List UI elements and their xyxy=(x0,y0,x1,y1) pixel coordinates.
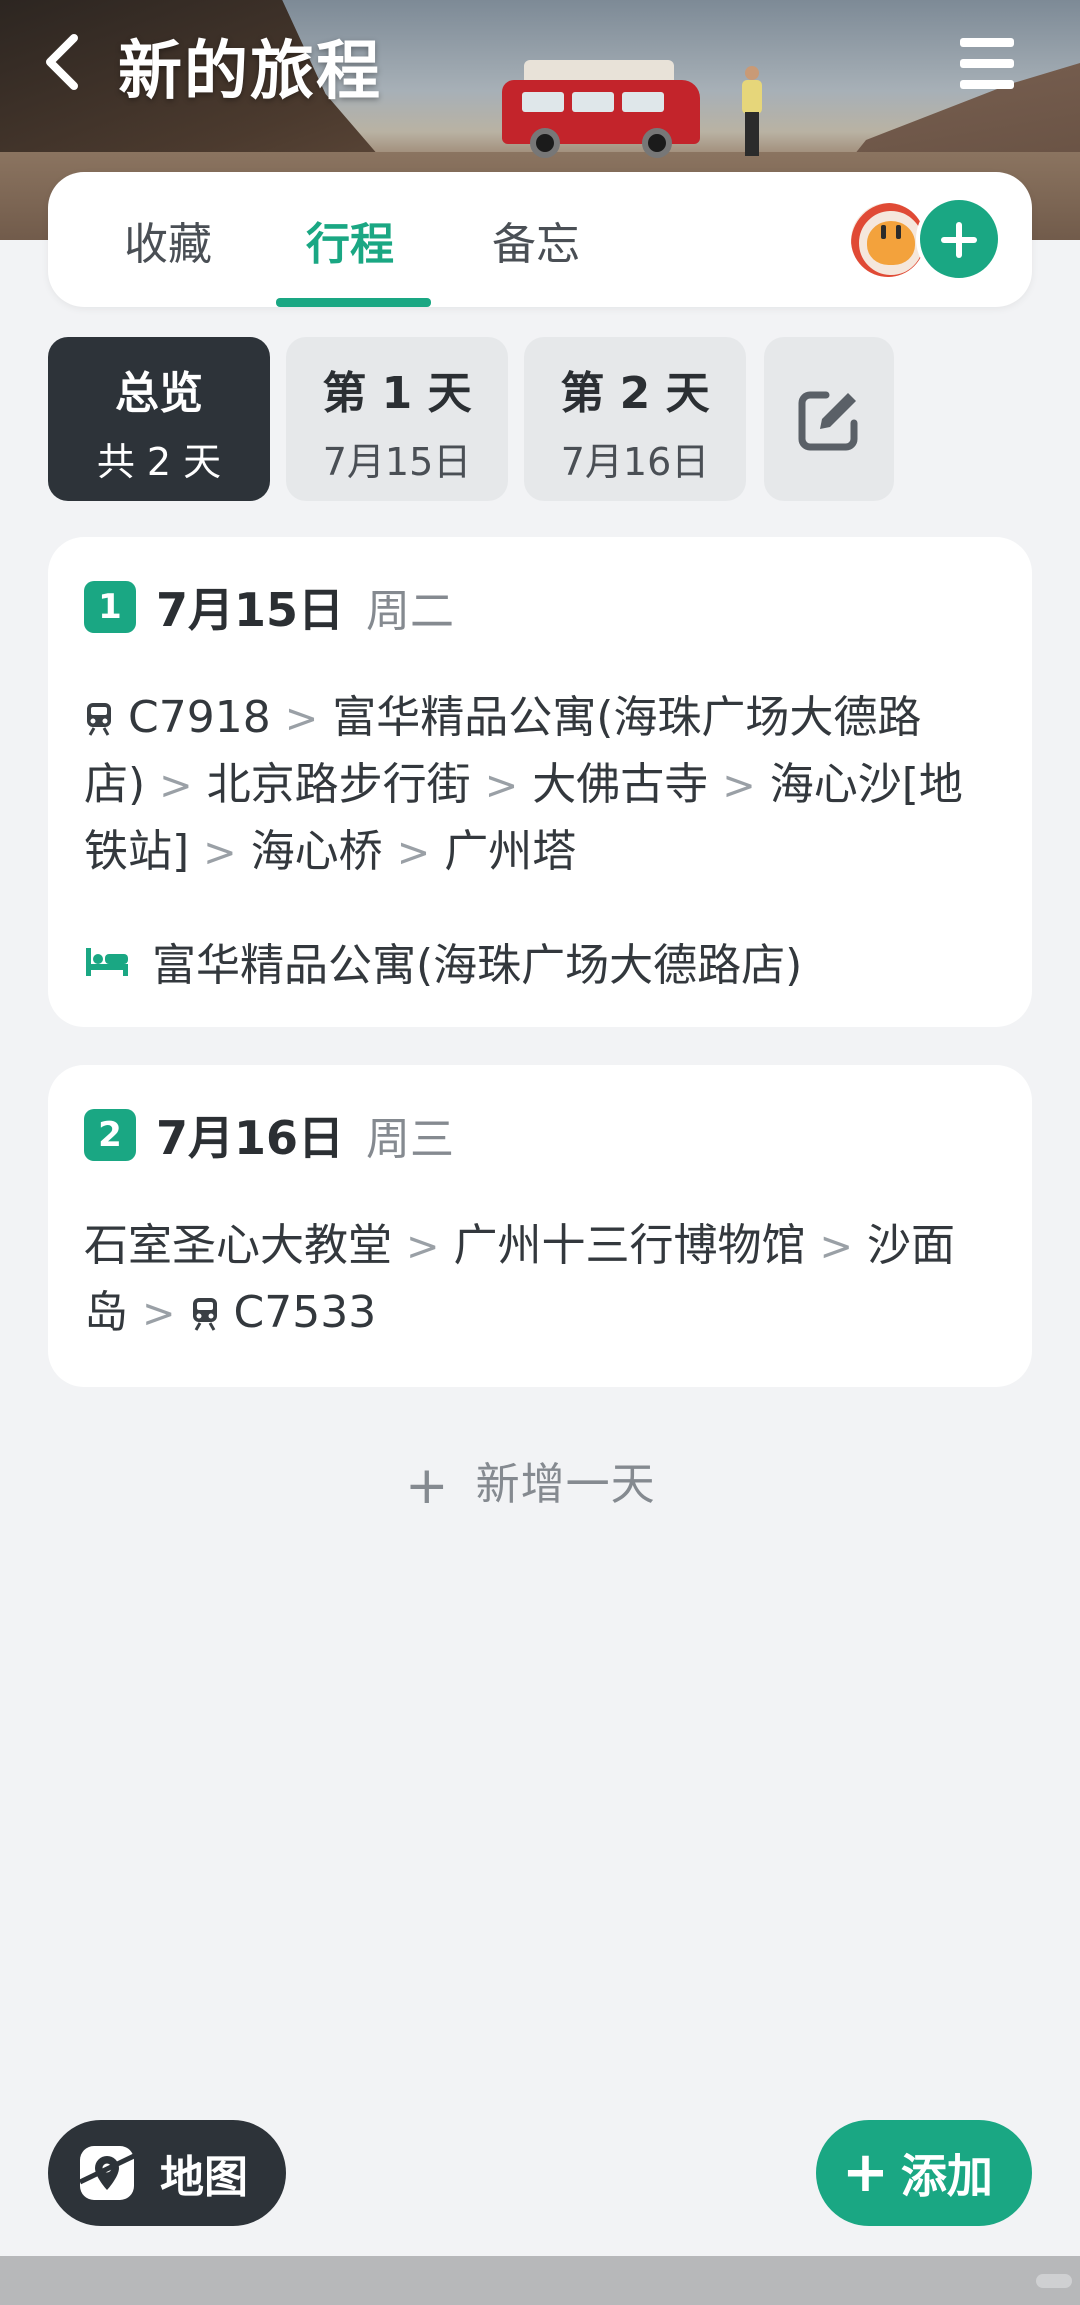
tab-bar: 收藏 行程 备忘 xyxy=(48,172,1032,307)
hotel-name: 富华精品公寓(海珠广场大德路店) xyxy=(152,940,803,991)
bed-icon xyxy=(86,948,128,976)
top-bar: 新的旅程 xyxy=(0,0,1080,130)
day-tab-subtitle: 共 2 天 xyxy=(96,440,222,484)
day-card-1[interactable]: 1 7月15日 周二 C7918 > 富华精品公寓(海珠广场大德路店) > 北京路步行街… xyxy=(48,537,1032,1027)
day-badge: 1 xyxy=(84,581,136,633)
chevron-right-icon: > xyxy=(159,763,193,809)
route-list: 石室圣心大教堂 > 广州十三行博物馆 > 沙面岛 > C7533 xyxy=(84,1213,996,1347)
system-navigation-bar xyxy=(0,2256,1080,2305)
train-icon xyxy=(192,1298,217,1331)
train-icon xyxy=(87,703,111,736)
add-day-button[interactable]: + 新增一天 xyxy=(405,1448,656,1516)
back-button[interactable] xyxy=(40,30,84,94)
add-member-button[interactable] xyxy=(916,196,1002,282)
day-weekday: 周三 xyxy=(366,1114,455,1165)
tab-favorites[interactable]: 收藏 xyxy=(124,208,212,272)
tab-memo[interactable]: 备忘 xyxy=(492,208,580,272)
day-tab-title: 第 2 天 xyxy=(560,368,710,419)
day-date: 7月16日 xyxy=(156,1111,345,1165)
day-tab-subtitle: 7月15日 xyxy=(322,440,472,484)
route-stop[interactable]: 广州十三行博物馆 xyxy=(454,1220,806,1271)
hotel-row[interactable]: 富华精品公寓(海珠广场大德路店) xyxy=(84,929,802,993)
day-tab-subtitle: 7月16日 xyxy=(560,440,710,484)
route-stop[interactable]: 海心桥 xyxy=(251,826,383,877)
route-stop[interactable]: 石室圣心大教堂 xyxy=(84,1220,392,1271)
route-stop[interactable]: 广州塔 xyxy=(444,826,576,877)
day-tab-title: 总览 xyxy=(115,368,203,419)
map-icon xyxy=(78,2146,136,2200)
route-stop-train[interactable]: C7918 xyxy=(84,692,271,743)
route-stop-train[interactable]: C7533 xyxy=(190,1287,376,1338)
plus-icon: + xyxy=(842,2140,889,2205)
day-badge: 2 xyxy=(84,1109,136,1161)
day-tab-title: 第 1 天 xyxy=(322,368,472,419)
route-stop[interactable]: 北京路步行街 xyxy=(207,759,471,810)
add-button[interactable]: + 添加 xyxy=(816,2120,1032,2226)
chevron-right-icon: > xyxy=(722,763,756,809)
map-button[interactable]: 地图 xyxy=(48,2120,286,2226)
chevron-right-icon: > xyxy=(284,696,319,742)
chevron-right-icon: > xyxy=(484,763,519,809)
day-date: 7月15日 xyxy=(156,583,345,637)
day-card-2[interactable]: 2 7月16日 周三 石室圣心大教堂 > 广州十三行博物馆 > 沙面岛 > C7533 xyxy=(48,1065,1032,1387)
active-tab-indicator xyxy=(276,298,431,307)
chevron-right-icon: > xyxy=(142,1291,176,1337)
edit-days-button[interactable] xyxy=(764,337,894,501)
add-day-label: 新增一天 xyxy=(475,1459,656,1510)
plus-icon: + xyxy=(405,1456,450,1516)
chevron-right-icon: > xyxy=(203,830,237,876)
home-indicator xyxy=(1036,2274,1072,2288)
day-tab-day-1[interactable]: 第 1 天 7月15日 xyxy=(286,337,508,501)
chevron-left-icon xyxy=(46,34,78,90)
chevron-right-icon: > xyxy=(396,830,431,876)
menu-button[interactable] xyxy=(960,38,1020,98)
edit-icon xyxy=(798,391,858,451)
chevron-right-icon: > xyxy=(819,1224,854,1270)
add-label: 添加 xyxy=(900,2149,993,2203)
route-list: C7918 > 富华精品公寓(海珠广场大德路店) > 北京路步行街 > 大佛古寺 > 海心沙[地… xyxy=(84,685,996,886)
day-weekday: 周二 xyxy=(366,586,455,637)
route-stop[interactable]: 大佛古寺 xyxy=(532,759,708,810)
day-tab-day-2[interactable]: 第 2 天 7月16日 xyxy=(524,337,746,501)
map-label: 地图 xyxy=(160,2152,248,2203)
tab-itinerary[interactable]: 行程 xyxy=(306,208,394,272)
hamburger-menu-icon xyxy=(960,38,1014,47)
day-tab-overview[interactable]: 总览 共 2 天 xyxy=(48,337,270,501)
page-title: 新的旅程 xyxy=(118,35,382,109)
chevron-right-icon: > xyxy=(406,1224,440,1270)
